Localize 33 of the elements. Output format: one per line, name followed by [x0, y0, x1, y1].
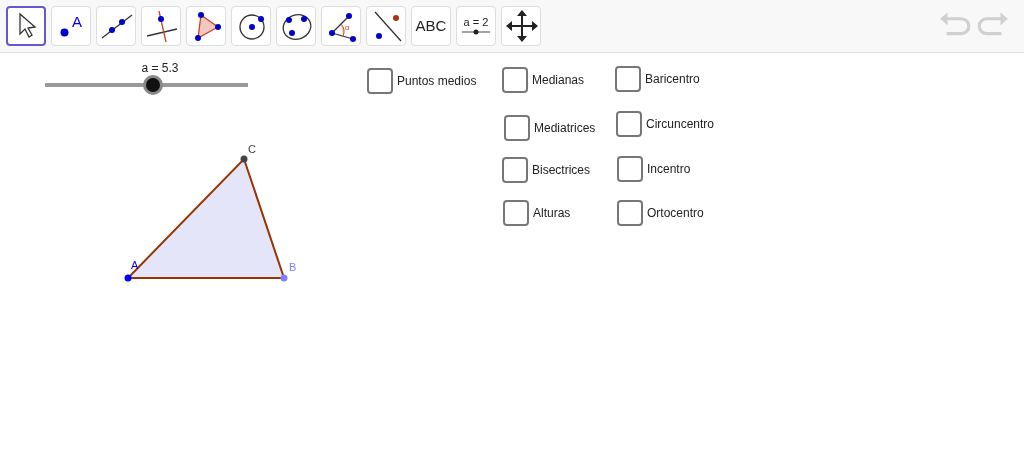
checkbox-label: Bisectrices — [532, 162, 590, 179]
point-label: C — [248, 143, 256, 155]
point[interactable] — [124, 274, 132, 282]
checkbox-label: Mediatrices — [534, 120, 596, 137]
tool-button[interactable]: a = 2 — [456, 6, 496, 46]
checkbox-label: Medianas — [532, 72, 585, 89]
tool-button[interactable]: ABC — [411, 6, 451, 46]
point[interactable] — [280, 274, 288, 282]
tool-button[interactable]: A — [51, 6, 91, 46]
tool-button[interactable]: α — [321, 6, 361, 46]
point-icon — [60, 28, 69, 37]
checkbox-label: Incentro — [647, 161, 691, 178]
checkbox[interactable] — [617, 200, 643, 226]
checkbox[interactable] — [504, 115, 530, 141]
slider-label: a = 5.3 — [140, 60, 180, 77]
checkbox[interactable] — [502, 157, 528, 183]
point-label: A — [131, 259, 139, 271]
checkbox[interactable] — [502, 67, 528, 93]
checkbox[interactable] — [615, 66, 641, 92]
slider-icon — [461, 27, 491, 36]
point[interactable] — [240, 155, 248, 163]
slider-thumb[interactable] — [142, 75, 163, 95]
checkbox[interactable] — [367, 68, 393, 94]
checkbox-label: Circuncentro — [646, 116, 715, 133]
checkbox-label: Alturas — [533, 205, 571, 222]
checkbox[interactable] — [616, 111, 642, 137]
point-label: B — [289, 261, 297, 273]
checkbox[interactable] — [503, 200, 529, 226]
checkbox[interactable] — [617, 156, 643, 182]
tool-button[interactable] — [6, 6, 46, 46]
checkbox-label: Baricentro — [645, 71, 700, 88]
checkbox-label: Ortocentro — [647, 205, 704, 222]
checkbox-label: Puntos medios — [397, 73, 477, 90]
